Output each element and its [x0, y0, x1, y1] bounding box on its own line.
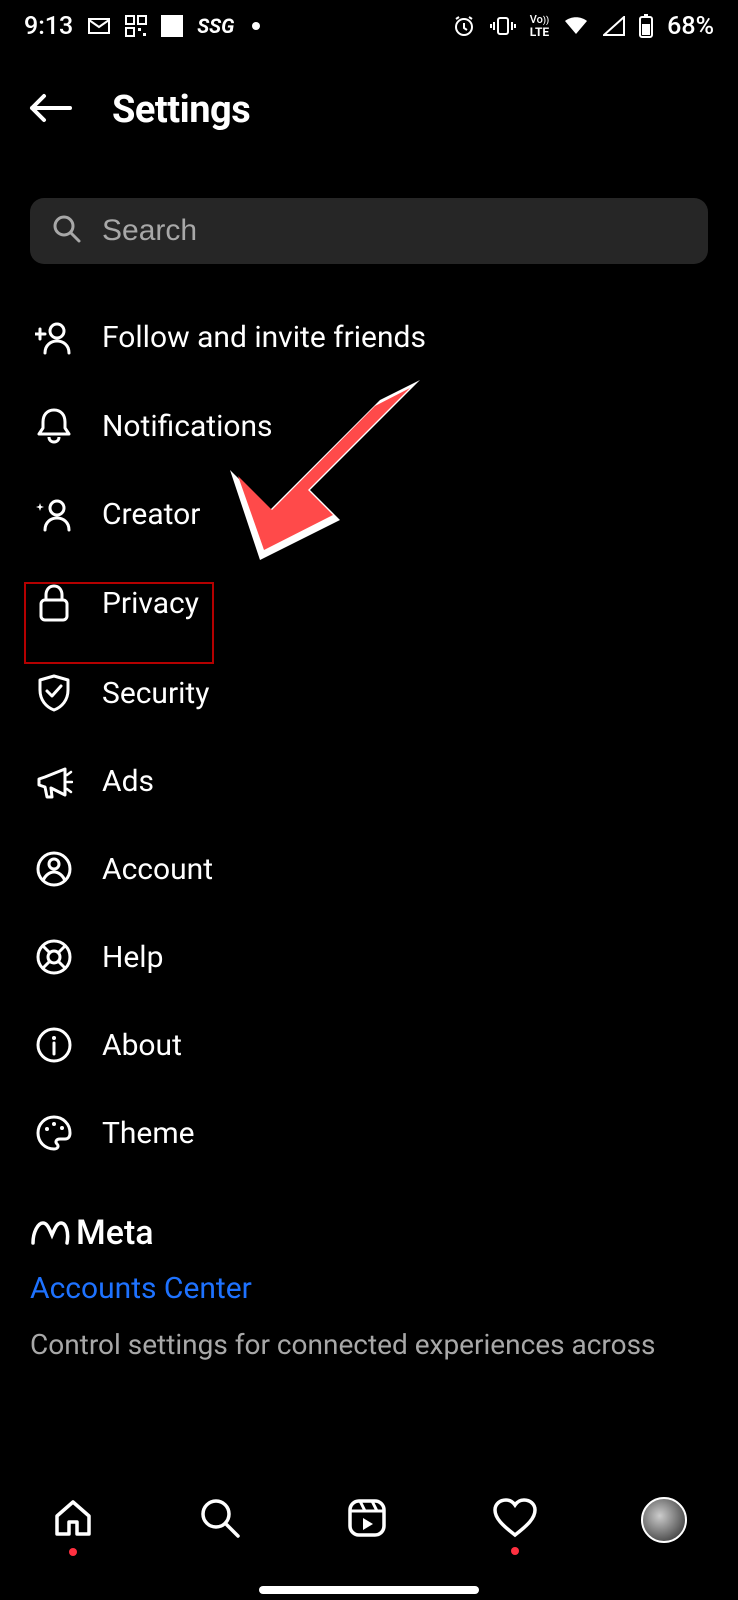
nav-home[interactable]	[51, 1496, 95, 1544]
nav-profile[interactable]	[641, 1497, 687, 1543]
person-plus-icon	[34, 321, 74, 355]
vibrate-icon	[490, 16, 516, 36]
battery-percent: 68%	[667, 12, 714, 41]
back-icon[interactable]	[28, 92, 72, 128]
menu-item-follow-invite[interactable]: Follow and invite friends	[30, 294, 708, 381]
alarm-icon	[452, 14, 476, 38]
menu-item-help[interactable]: Help	[30, 913, 708, 1001]
menu-item-theme[interactable]: Theme	[30, 1089, 708, 1177]
menu-label: Help	[102, 940, 163, 975]
header: Settings	[0, 52, 738, 152]
battery-icon	[639, 14, 653, 38]
menu-label: Follow and invite friends	[102, 320, 426, 355]
menu-item-about[interactable]: About	[30, 1001, 708, 1089]
nav-search[interactable]	[198, 1496, 242, 1544]
ssg-indicator: SSG	[197, 14, 234, 38]
heart-icon	[492, 1497, 538, 1539]
wifi-icon	[563, 16, 589, 36]
more-dot-icon	[252, 22, 260, 30]
meta-name: Meta	[76, 1213, 154, 1253]
menu-item-account[interactable]: Account	[30, 825, 708, 913]
gmail-icon	[87, 17, 111, 35]
menu-label: Account	[102, 852, 213, 887]
menu-label: Theme	[102, 1116, 195, 1151]
palette-icon	[34, 1115, 74, 1151]
info-icon	[34, 1027, 74, 1063]
profile-avatar-icon	[641, 1497, 687, 1543]
creator-icon	[34, 498, 74, 532]
accounts-center-link[interactable]: Accounts Center	[30, 1271, 252, 1306]
menu-item-ads[interactable]: Ads	[30, 738, 708, 825]
menu-label: About	[102, 1028, 182, 1063]
megaphone-icon	[34, 765, 74, 799]
account-icon	[34, 851, 74, 887]
menu-label: Notifications	[102, 409, 273, 444]
nav-dot-icon	[69, 1548, 77, 1556]
menu-label: Privacy	[102, 586, 199, 621]
home-icon	[51, 1496, 95, 1540]
status-time: 9:13	[24, 12, 73, 41]
meta-logo: Meta	[30, 1213, 708, 1253]
shield-check-icon	[34, 674, 74, 712]
signal-icon	[603, 16, 625, 36]
search-input[interactable]	[102, 214, 686, 248]
lifebuoy-icon	[34, 939, 74, 975]
reels-icon	[345, 1496, 389, 1540]
bottom-nav	[0, 1470, 738, 1600]
app-icon	[161, 15, 183, 37]
menu-label: Security	[102, 676, 209, 711]
volte-icon: Vo))LTE	[530, 14, 549, 38]
home-indicator	[259, 1586, 479, 1594]
nav-activity[interactable]	[492, 1497, 538, 1543]
qr-icon	[125, 15, 147, 37]
search-field[interactable]	[30, 198, 708, 264]
settings-menu: Follow and invite friends Notifications …	[0, 264, 738, 1177]
meta-description: Control settings for connected experienc…	[30, 1328, 708, 1362]
search-icon	[52, 214, 82, 248]
meta-icon	[30, 1220, 70, 1246]
menu-label: Ads	[102, 764, 154, 799]
menu-item-security[interactable]: Security	[30, 648, 708, 738]
nav-dot-icon	[511, 1547, 519, 1555]
nav-reels[interactable]	[345, 1496, 389, 1544]
menu-label: Creator	[102, 497, 200, 532]
bell-icon	[34, 407, 74, 445]
menu-item-notifications[interactable]: Notifications	[30, 381, 708, 471]
meta-section: Meta Accounts Center Control settings fo…	[0, 1213, 738, 1362]
search-icon	[198, 1496, 242, 1540]
status-bar: 9:13 SSG Vo))LTE 68%	[0, 0, 738, 52]
page-title: Settings	[112, 88, 250, 132]
menu-item-creator[interactable]: Creator	[30, 471, 708, 558]
menu-item-privacy[interactable]: Privacy	[30, 558, 708, 648]
lock-icon	[34, 584, 74, 622]
